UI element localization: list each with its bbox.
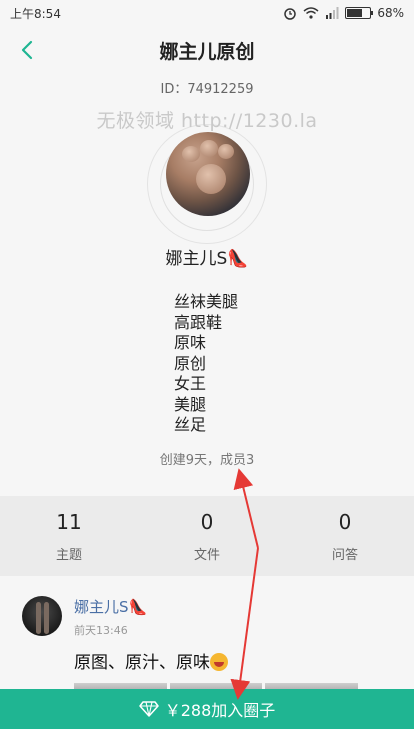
signal-icon bbox=[326, 7, 339, 19]
nav-bar: 娜主儿原创 bbox=[0, 26, 414, 74]
stat-number: 11 bbox=[56, 509, 82, 534]
watermark: 无极领域 http://1230.la bbox=[96, 110, 318, 132]
stat-number: 0 bbox=[338, 509, 352, 534]
group-tags: 丝袜美腿 高跟鞋 原味 原创 女王 美腿 丝足 bbox=[174, 292, 238, 436]
battery-icon bbox=[345, 7, 374, 19]
stat-qa[interactable]: 0 问答 bbox=[276, 496, 414, 576]
back-arrow-icon[interactable] bbox=[14, 36, 42, 64]
tag-item: 女王 bbox=[174, 374, 207, 393]
post-username[interactable]: 娜主儿S👠 bbox=[74, 596, 147, 617]
group-avatar[interactable] bbox=[166, 132, 250, 216]
tag-item: 丝足 bbox=[174, 415, 207, 434]
avatar[interactable] bbox=[22, 596, 62, 636]
status-icons: 68% bbox=[283, 6, 404, 20]
smile-emoji-icon bbox=[210, 653, 228, 671]
tag-item: 美腿 bbox=[174, 394, 207, 414]
diamond-icon bbox=[138, 701, 159, 717]
page-title: 娜主儿原创 bbox=[159, 40, 255, 63]
stat-number: 0 bbox=[200, 509, 214, 534]
tag-item: 原创 bbox=[174, 353, 207, 373]
stat-label: 主题 bbox=[55, 547, 82, 563]
tag-item: 原味 bbox=[174, 333, 207, 352]
group-header: ID：74912259 无极领域 http://1230.la 娜主儿S👠 丝袜… bbox=[0, 74, 414, 496]
stat-label: 问答 bbox=[331, 547, 358, 563]
post-text: 原图、原汁、原味 bbox=[74, 648, 228, 673]
owner-name[interactable]: 娜主儿S👠 bbox=[0, 244, 414, 269]
stat-files[interactable]: 0 文件 bbox=[138, 496, 276, 576]
created-info: 创建9天，成员3 bbox=[159, 453, 255, 468]
stat-label: 文件 bbox=[193, 547, 220, 563]
tag-item: 高跟鞋 bbox=[174, 312, 223, 332]
group-id: ID：74912259 bbox=[160, 82, 254, 97]
post-time: 前天13:46 bbox=[74, 624, 128, 637]
status-bar: 上午8:54 68% bbox=[0, 0, 414, 26]
status-time: 上午8:54 bbox=[10, 6, 61, 21]
wifi-icon bbox=[303, 7, 319, 19]
tag-item: 丝袜美腿 bbox=[174, 292, 239, 311]
post-text-content: 原图、原汁、原味 bbox=[74, 653, 210, 673]
post-card[interactable]: 娜主儿S👠 前天13:46 原图、原汁、原味 bbox=[0, 576, 414, 689]
join-button[interactable]: ￥288加入圈子 bbox=[0, 689, 414, 729]
join-label: ￥288加入圈子 bbox=[164, 701, 276, 720]
battery-percent: 68% bbox=[377, 6, 404, 20]
stat-topics[interactable]: 11 主题 bbox=[0, 496, 138, 576]
stats-bar: 11 主题 0 文件 0 问答 bbox=[0, 496, 414, 576]
alarm-icon bbox=[284, 8, 297, 20]
